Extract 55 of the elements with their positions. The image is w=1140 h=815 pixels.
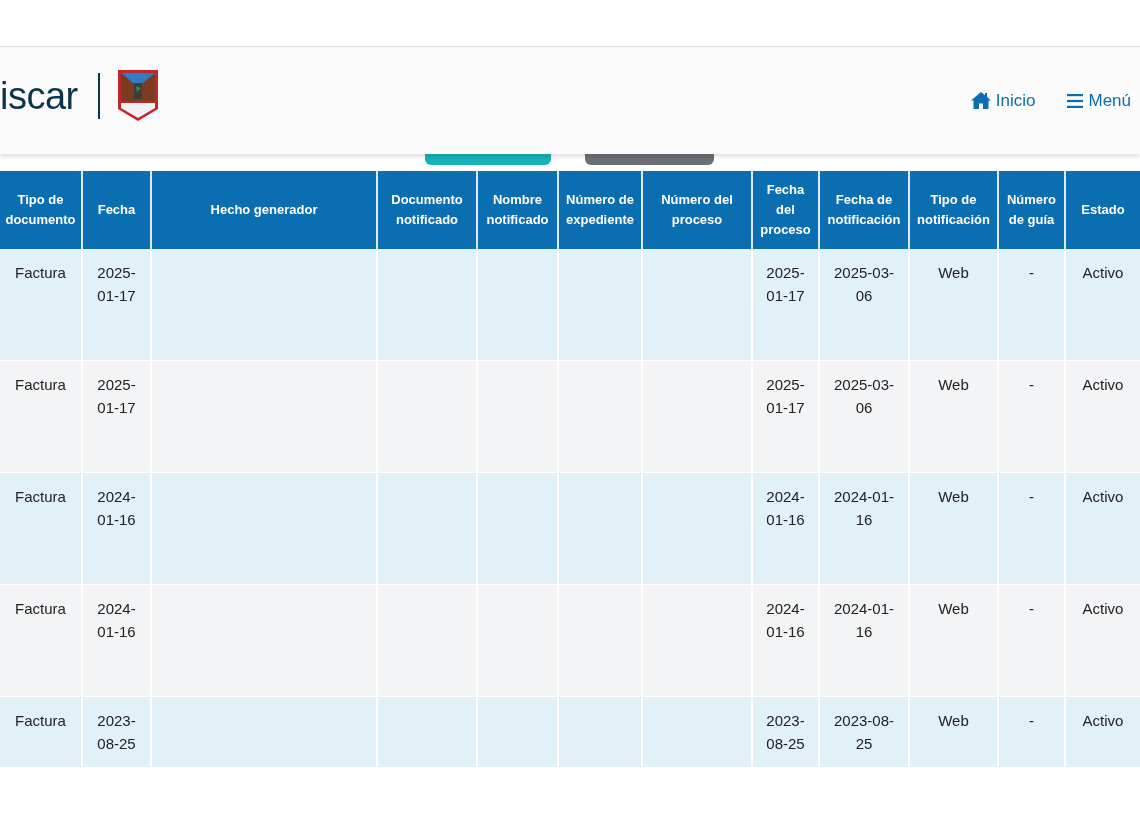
table-cell: Factura: [15, 488, 66, 505]
table-cell: 2025-03-06: [833, 264, 894, 304]
table-cell: Factura: [15, 264, 66, 281]
column-header: Número de guía: [999, 171, 1066, 249]
column-header: Número del proceso: [643, 171, 753, 249]
table-cell: Factura: [15, 712, 66, 729]
table-cell: 2025-01-17: [97, 376, 136, 416]
home-icon: [970, 92, 991, 109]
table-cell: -: [1029, 264, 1034, 281]
table-cell: Activo: [1082, 488, 1124, 505]
column-header: Tipo de notificación: [910, 171, 999, 249]
table-cell: 2023-08-25: [766, 712, 805, 752]
table-cell: 2023-08-25: [833, 712, 894, 752]
table-cell: Web: [938, 712, 969, 729]
column-header: Fecha: [83, 171, 152, 249]
column-header: Tipo de documento: [0, 171, 83, 249]
column-header: Documento notificado: [378, 171, 478, 249]
table-cell: 2024-01-16: [766, 600, 805, 640]
column-header: Número de expediente: [559, 171, 643, 249]
table-cell: Activo: [1082, 600, 1124, 617]
table-cell: 2023-08-25: [97, 712, 136, 752]
table-cell: -: [1029, 600, 1034, 617]
table-cell: -: [1029, 712, 1034, 729]
table-cell: Activo: [1082, 712, 1124, 729]
table-cell: Web: [938, 488, 969, 505]
table-cell: Web: [938, 264, 969, 281]
column-header: Fecha de notificación: [820, 171, 910, 249]
coat-of-arms-icon: [116, 69, 159, 122]
table-cell: -: [1029, 376, 1034, 393]
column-header: Nombre notificado: [478, 171, 559, 249]
table-cell: 2024-01-16: [97, 600, 136, 640]
table-cell: -: [1029, 488, 1034, 505]
table-cell: Factura: [15, 376, 66, 393]
table-cell: 2024-01-16: [833, 600, 894, 640]
menu-icon: [1067, 93, 1084, 108]
menu-link[interactable]: Menú: [1067, 87, 1131, 114]
table-cell: Factura: [15, 600, 66, 617]
action-button[interactable]: [425, 154, 551, 165]
table-cell: Activo: [1082, 264, 1124, 281]
table-cell: 2024-01-16: [97, 488, 136, 528]
table-cell: Web: [938, 600, 969, 617]
column-header: Estado: [1066, 171, 1140, 249]
action-button[interactable]: [585, 154, 714, 165]
table-cell: 2025-01-17: [766, 376, 805, 416]
table-cell: Activo: [1082, 376, 1124, 393]
table-cell: 2025-01-17: [766, 264, 805, 304]
home-link[interactable]: Inicio: [970, 87, 1036, 114]
column-header: Fecha del proceso: [753, 171, 820, 249]
table-cell: 2024-01-16: [766, 488, 805, 528]
table-cell: 2025-01-17: [97, 264, 136, 304]
table-cell: Web: [938, 376, 969, 393]
column-header: Hecho generador: [152, 171, 378, 249]
table-cell: 2025-03-06: [833, 376, 894, 416]
table-cell: 2024-01-16: [833, 488, 894, 528]
logo-text: iscar: [0, 76, 78, 115]
